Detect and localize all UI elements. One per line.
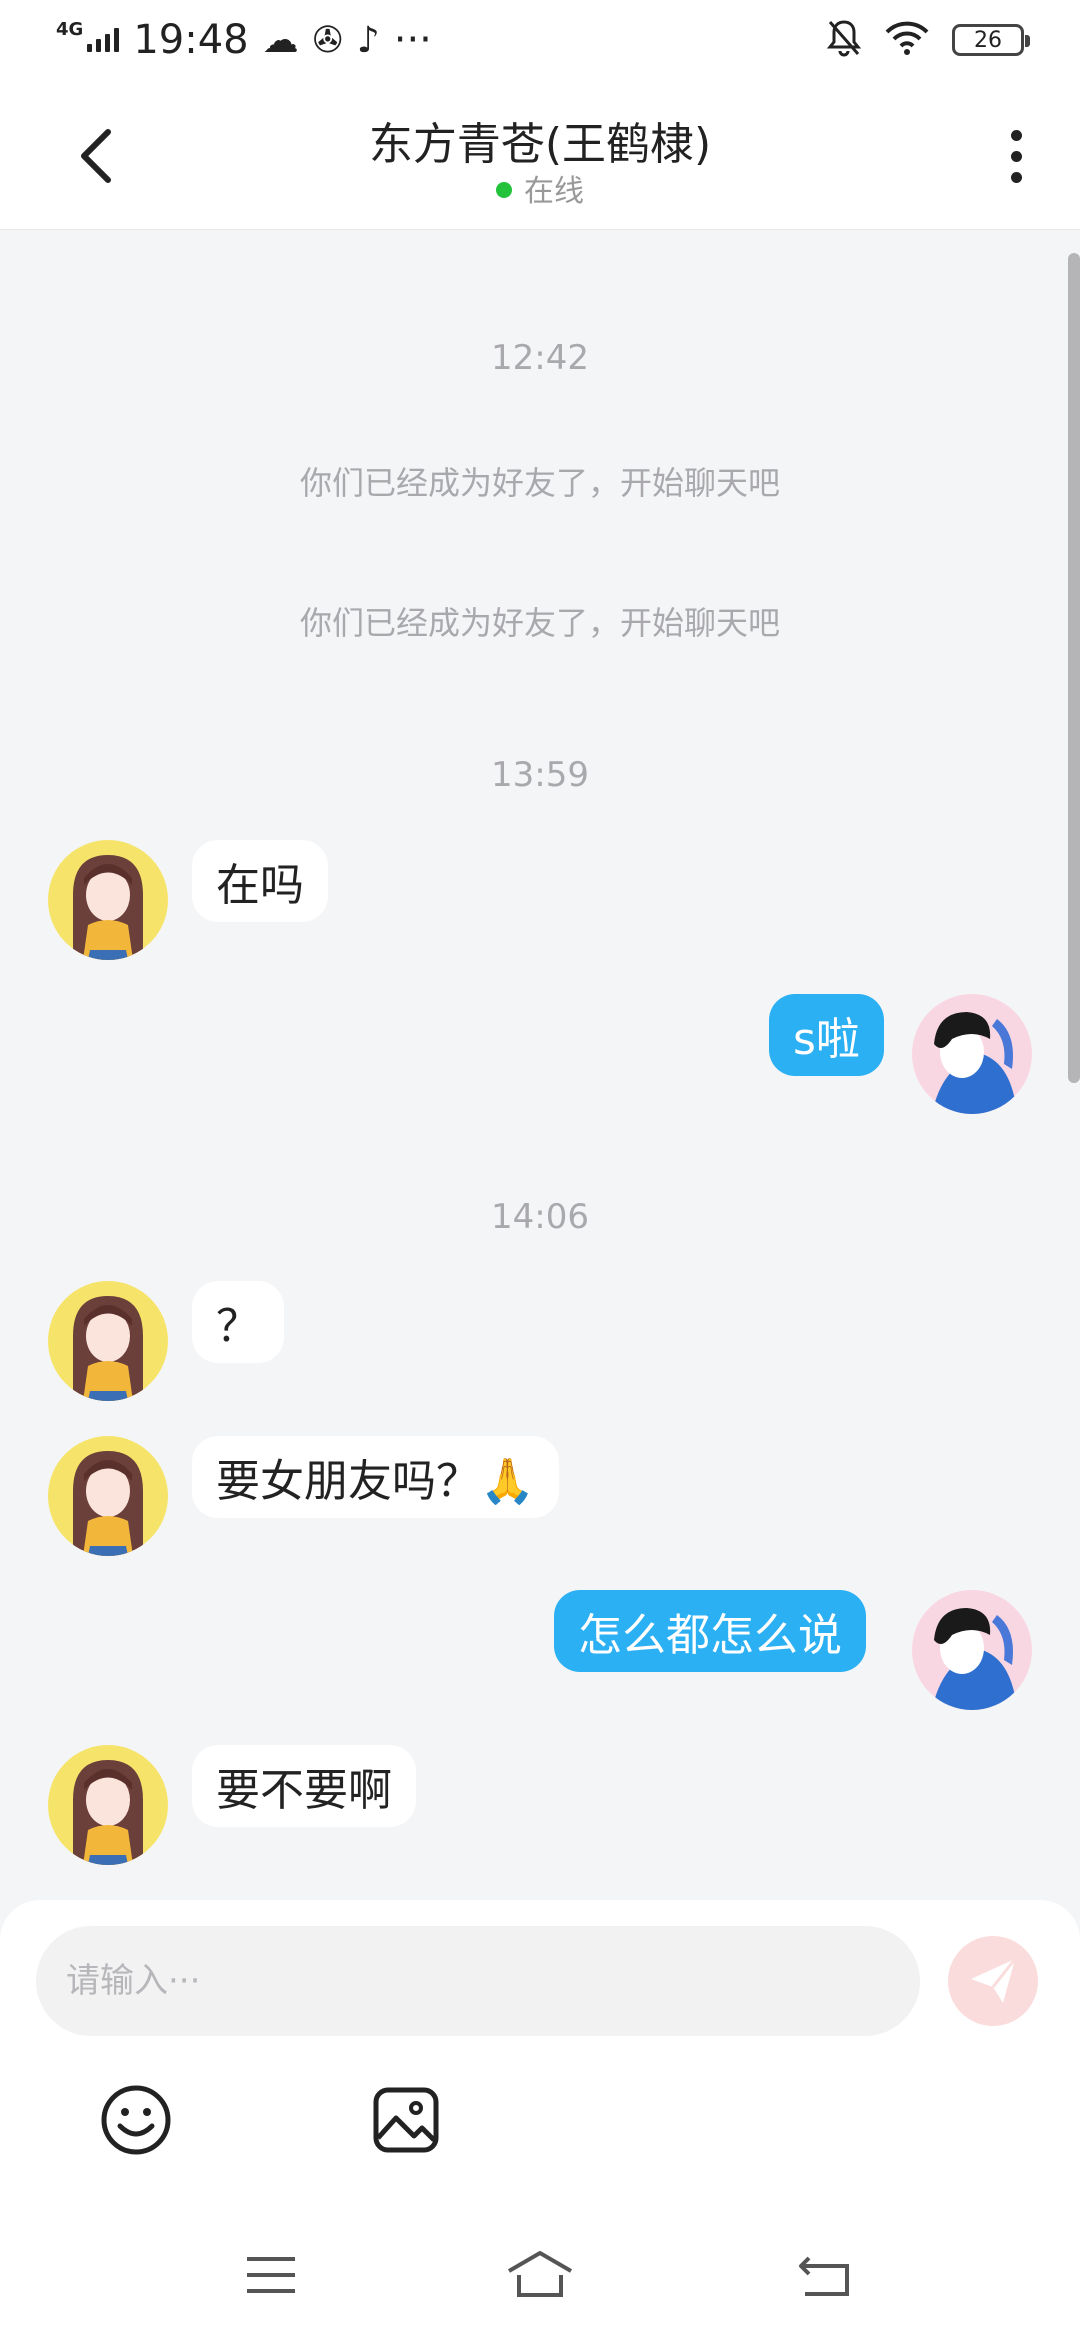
nav-back-button[interactable] [790,2240,860,2310]
timestamp: 14:06 [491,1197,589,1237]
online-status-label: 在线 [524,174,584,209]
message-bubble-incoming[interactable]: 要女朋友吗？🙏 [192,1436,559,1518]
online-status: 在线 [0,166,1080,210]
message-bubble-incoming[interactable]: 在吗 [192,840,328,922]
message-bubble-outgoing[interactable]: s啦 [769,994,884,1076]
image-button[interactable] [366,2080,446,2160]
contact-avatar[interactable] [48,1745,168,1865]
my-avatar[interactable] [912,994,1032,1114]
battery-icon: 26 [952,24,1030,56]
home-icon [507,2251,573,2297]
message-list[interactable]: 12:42 你们已经成为好友了，开始聊天吧 你们已经成为好友了，开始聊天吧 13… [0,231,1080,1901]
message-bubble-incoming[interactable]: ？ [192,1281,284,1363]
contact-avatar[interactable] [48,840,168,960]
input-panel [0,1900,1080,2200]
more-notifications: ··· [393,17,432,63]
message-bubble-incoming[interactable]: 要不要啊 [192,1745,416,1827]
mute-icon [826,18,862,62]
contact-avatar[interactable] [48,1436,168,1556]
chat-header: 东方青苍(王鹤棣) 在线 [0,80,1080,230]
emoji-icon [101,2085,171,2155]
more-options-button[interactable] [992,120,1040,192]
timestamp: 13:59 [491,755,589,795]
more-vertical-icon [1010,129,1022,141]
message-bubble-outgoing[interactable]: 怎么都怎么说 [554,1590,866,1672]
nav-menu-button[interactable] [236,2240,306,2310]
navigation-bar [0,2200,1080,2340]
nav-home-button[interactable] [505,2240,575,2310]
music-note-icon: ♪ [356,19,380,61]
back-icon [799,2256,849,2296]
chat-screen: 4G 19:48 ☁ ✇ ♪ ··· 26 东方青苍(王鹤棣) 在线 12:42… [0,0,1080,2340]
cloud-icon: ☁ [262,19,299,61]
message-input[interactable] [36,1926,920,2036]
contact-name: 东方青苍(王鹤棣) [368,119,712,170]
system-message: 你们已经成为好友了，开始聊天吧 [299,464,780,502]
status-time: 19:48 [133,17,249,63]
system-message: 你们已经成为好友了，开始聊天吧 [299,604,780,642]
signal-icon [87,28,120,52]
online-dot [496,181,512,198]
emoji-button[interactable] [96,2080,176,2160]
fan-icon: ✇ [312,19,343,61]
contact-avatar[interactable] [48,1281,168,1401]
send-button[interactable] [948,1936,1038,2026]
send-icon [971,1958,1017,2003]
network-type: 4G [56,19,84,40]
image-icon [373,2087,439,2153]
my-avatar[interactable] [912,1590,1032,1710]
status-bar: 4G 19:48 ☁ ✇ ♪ ··· 26 [0,0,1080,80]
wifi-icon [884,20,930,60]
menu-icon [247,2257,295,2293]
timestamp: 12:42 [491,338,589,378]
